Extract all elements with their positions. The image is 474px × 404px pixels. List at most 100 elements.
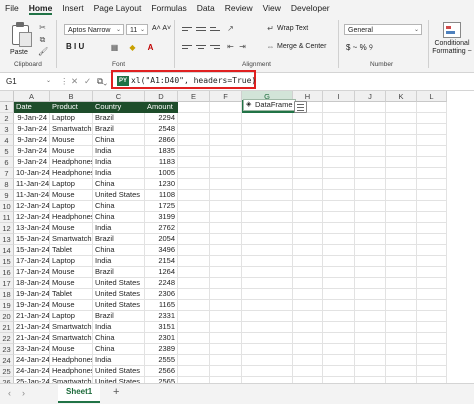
empty-cell[interactable] (386, 289, 417, 300)
scroll-right-icon[interactable]: › (22, 388, 25, 398)
empty-cell[interactable] (417, 256, 447, 267)
empty-cell[interactable] (417, 322, 447, 333)
table-cell[interactable]: 2389 (145, 344, 178, 355)
table-cell[interactable]: Smartwatch (50, 322, 93, 333)
empty-cell[interactable] (210, 124, 242, 135)
table-cell[interactable]: 10-Jan-24 (14, 168, 50, 179)
row-header[interactable]: 19 (0, 300, 14, 311)
table-cell[interactable]: Laptop (50, 311, 93, 322)
empty-cell[interactable] (242, 113, 293, 124)
dataframe-output[interactable]: ◈ DataFrame (243, 99, 296, 111)
empty-cell[interactable] (210, 223, 242, 234)
table-cell[interactable]: 21-Jan-24 (14, 333, 50, 344)
empty-cell[interactable] (355, 146, 386, 157)
empty-cell[interactable] (210, 300, 242, 311)
empty-cell[interactable] (417, 289, 447, 300)
column-header[interactable]: J (355, 91, 386, 102)
table-cell[interactable]: 23-Jan-24 (14, 344, 50, 355)
table-cell[interactable]: Mouse (50, 135, 93, 146)
wrap-text-icon[interactable]: ↵ (266, 25, 275, 33)
table-cell[interactable]: 2248 (145, 278, 178, 289)
empty-cell[interactable] (417, 179, 447, 190)
empty-cell[interactable] (293, 201, 323, 212)
row-header[interactable]: 20 (0, 311, 14, 322)
table-cell[interactable]: Laptop (50, 256, 93, 267)
wrap-text-button[interactable]: Wrap Text (277, 25, 308, 32)
row-header[interactable]: 15 (0, 256, 14, 267)
font-size-dropdown[interactable]: 11 ⌄ (126, 24, 148, 35)
table-cell[interactable]: Smartwatch (50, 124, 93, 135)
table-cell[interactable]: Brazil (93, 124, 145, 135)
table-cell[interactable]: 15-Jan-24 (14, 234, 50, 245)
empty-cell[interactable] (417, 267, 447, 278)
empty-cell[interactable] (355, 113, 386, 124)
empty-cell[interactable] (178, 124, 210, 135)
row-header[interactable]: 13 (0, 234, 14, 245)
table-cell[interactable]: 19-Jan-24 (14, 300, 50, 311)
table-cell[interactable]: India (93, 157, 145, 168)
table-cell[interactable]: 9-Jan-24 (14, 157, 50, 168)
empty-cell[interactable] (386, 179, 417, 190)
empty-cell[interactable] (323, 201, 355, 212)
empty-cell[interactable] (323, 267, 355, 278)
outdent-icon[interactable]: ⇥ (238, 43, 247, 51)
column-header[interactable]: F (210, 91, 242, 102)
row-header[interactable]: 22 (0, 333, 14, 344)
menu-tab[interactable]: Developer (286, 0, 335, 16)
empty-cell[interactable] (242, 322, 293, 333)
empty-cell[interactable] (417, 278, 447, 289)
table-cell[interactable]: Mouse (50, 190, 93, 201)
empty-cell[interactable] (293, 344, 323, 355)
empty-cell[interactable] (293, 355, 323, 366)
empty-cell[interactable] (386, 278, 417, 289)
number-format-buttons[interactable]: $ ~ % ୨ (346, 43, 373, 53)
empty-cell[interactable] (355, 179, 386, 190)
row-header[interactable]: 1 (0, 102, 14, 113)
indent-icon[interactable]: ⇤ (226, 43, 235, 51)
empty-cell[interactable] (242, 146, 293, 157)
empty-cell[interactable] (293, 267, 323, 278)
row-header[interactable]: 17 (0, 278, 14, 289)
table-cell[interactable]: China (93, 344, 145, 355)
empty-cell[interactable] (293, 234, 323, 245)
empty-cell[interactable] (323, 223, 355, 234)
empty-cell[interactable] (210, 201, 242, 212)
row-header[interactable]: 23 (0, 344, 14, 355)
empty-cell[interactable] (355, 256, 386, 267)
empty-cell[interactable] (323, 212, 355, 223)
font-name-dropdown[interactable]: Aptos Narrow ⌄ (64, 24, 124, 35)
scroll-left-icon[interactable]: ‹ (8, 388, 11, 398)
empty-cell[interactable] (323, 366, 355, 377)
empty-cell[interactable] (355, 102, 386, 113)
table-cell[interactable]: China (93, 212, 145, 223)
table-cell[interactable]: India (93, 223, 145, 234)
more-options-icon[interactable]: ⋮ (60, 75, 69, 88)
empty-cell[interactable] (417, 201, 447, 212)
python-output-icon[interactable]: ⧉⌄ (97, 75, 107, 88)
table-cell[interactable]: India (93, 146, 145, 157)
empty-cell[interactable] (242, 179, 293, 190)
add-sheet-button[interactable]: + (113, 386, 119, 398)
empty-cell[interactable] (323, 113, 355, 124)
table-header-cell[interactable]: Amount (145, 102, 178, 113)
empty-cell[interactable] (178, 344, 210, 355)
row-header[interactable]: 5 (0, 146, 14, 157)
empty-cell[interactable] (323, 179, 355, 190)
row-header[interactable]: 8 (0, 179, 14, 190)
empty-cell[interactable] (293, 190, 323, 201)
align-center-icon[interactable] (196, 43, 206, 52)
empty-cell[interactable] (293, 333, 323, 344)
align-right-icon[interactable] (210, 43, 220, 52)
table-cell[interactable]: China (93, 135, 145, 146)
row-header[interactable]: 18 (0, 289, 14, 300)
empty-cell[interactable] (417, 102, 447, 113)
empty-cell[interactable] (210, 333, 242, 344)
empty-cell[interactable] (355, 157, 386, 168)
empty-cell[interactable] (293, 179, 323, 190)
row-header[interactable]: 9 (0, 190, 14, 201)
name-box[interactable]: G1 ⌄ (3, 75, 53, 88)
empty-cell[interactable] (242, 223, 293, 234)
orientation-icon[interactable]: ↗ (226, 25, 235, 33)
empty-cell[interactable] (355, 212, 386, 223)
table-cell[interactable]: 12-Jan-24 (14, 201, 50, 212)
